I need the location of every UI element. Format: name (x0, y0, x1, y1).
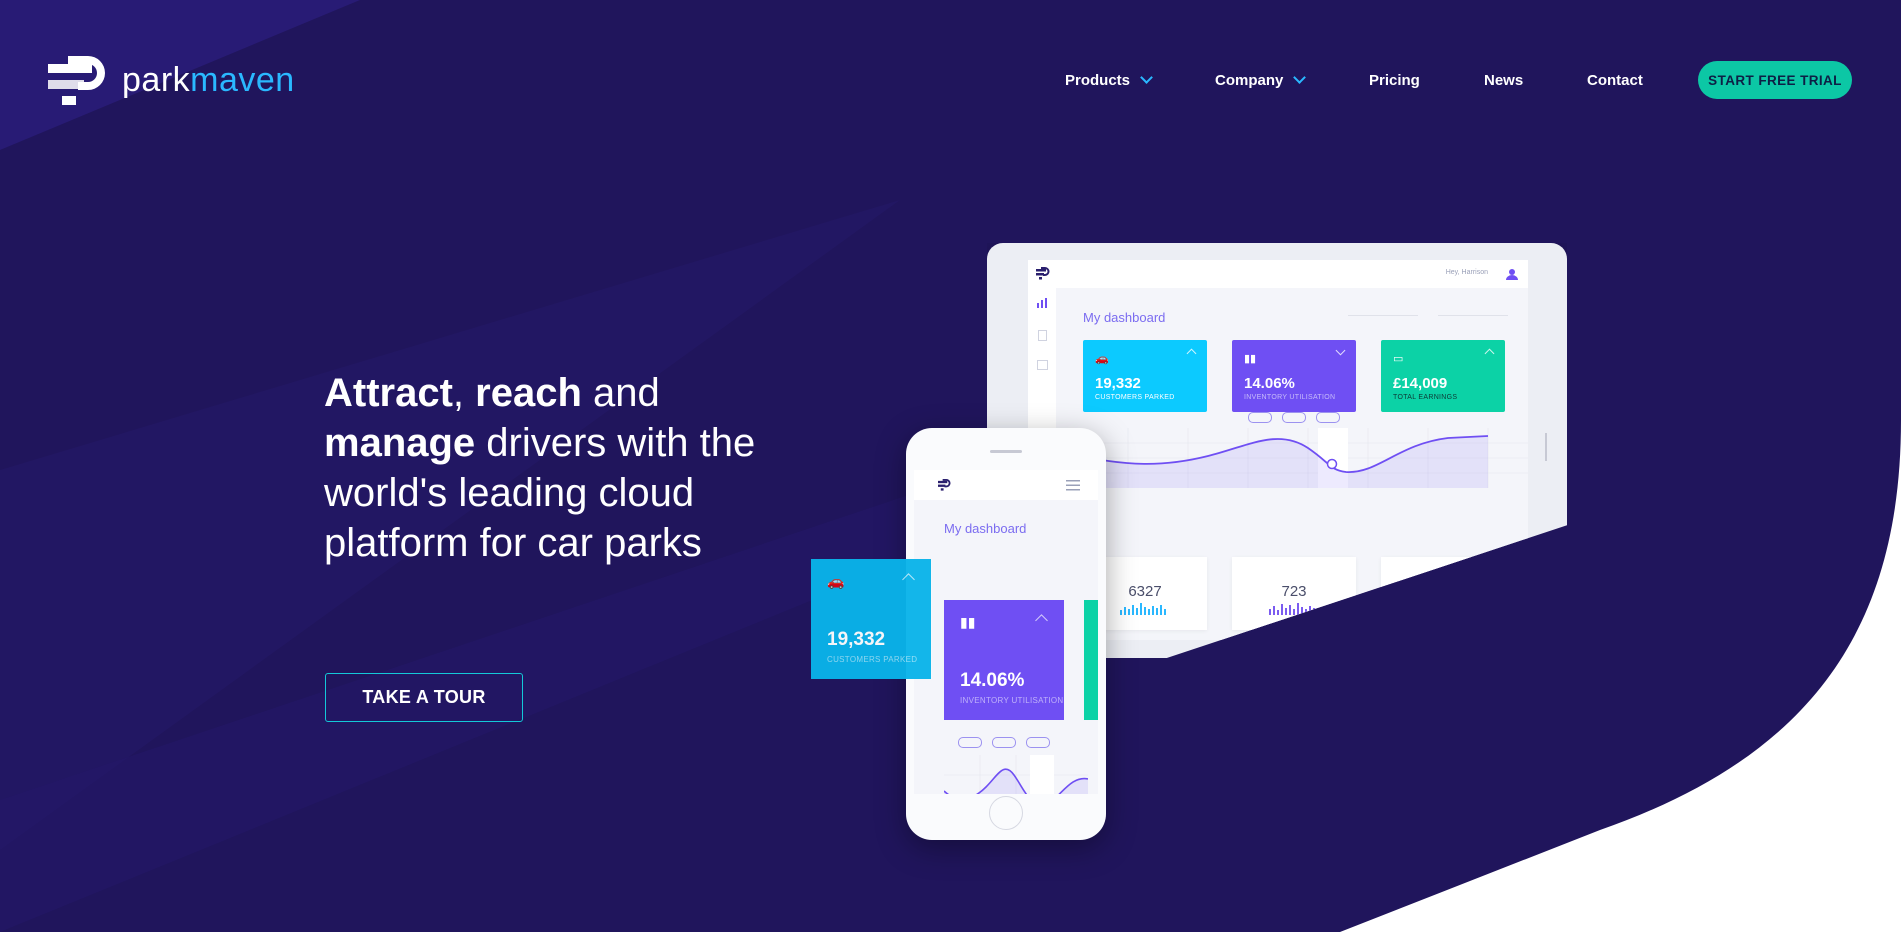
headline-word-manage: manage (324, 421, 476, 465)
tablet-dashboard-title: My dashboard (1083, 310, 1166, 325)
phone-dashboard-title: My dashboard (944, 521, 1027, 536)
brand-wordmark: parkmaven (122, 61, 295, 100)
card-value: 14.06% (960, 670, 1025, 691)
chevron-up-icon (902, 573, 915, 586)
nav-products[interactable]: Products (1065, 70, 1153, 90)
card-value: 14.06% (1244, 375, 1295, 392)
phone-line-chart (944, 755, 1088, 794)
phone-card-peek (1084, 600, 1098, 720)
nav-company-label: Company (1215, 71, 1284, 89)
tablet-greeting: Hey, Harrison (1445, 269, 1488, 276)
card-divider (931, 559, 932, 679)
chevron-up-icon (1186, 348, 1197, 359)
nav-products-label: Products (1065, 71, 1131, 89)
card-value: £14,009 (1393, 375, 1448, 392)
card-label: CUSTOMERS PARKED (1095, 394, 1175, 401)
nav-news-label: News (1484, 71, 1524, 89)
phone-screen: My dashboard ▮▮ 14.06% INVENTORY UTILISA… (914, 470, 1098, 794)
nav-contact-label: Contact (1587, 71, 1643, 89)
tablet-filter-b (1438, 315, 1508, 316)
parkmaven-mark-icon (1036, 267, 1050, 280)
calendar-icon (1037, 360, 1048, 370)
carousel-dot[interactable] (958, 737, 982, 748)
parkmaven-mark-icon (48, 56, 105, 105)
phone-home-button (989, 796, 1023, 830)
bar-chart-icon (1037, 298, 1047, 308)
nav-news[interactable]: News (1484, 70, 1523, 90)
carousel-dot[interactable] (1316, 412, 1340, 423)
phone-topbar (914, 470, 1098, 500)
card-label: INVENTORY UTILISATION (960, 696, 1064, 705)
phone-card-customers[interactable]: 🚗 19,332 CUSTOMERS PARKED (811, 559, 931, 679)
take-a-tour-button[interactable]: TAKE A TOUR (325, 673, 523, 722)
carousel-dot[interactable] (1282, 412, 1306, 423)
chevron-down-icon (1335, 345, 1346, 356)
hamburger-menu-icon[interactable] (1066, 480, 1080, 491)
card-label: TOTAL EARNINGS (1393, 394, 1458, 401)
stat-sparkbars (1269, 603, 1315, 615)
nav-contact[interactable]: Contact (1587, 70, 1643, 90)
tablet-topbar: Hey, Harrison (1028, 260, 1528, 288)
chevron-down-icon (1293, 70, 1307, 84)
stat-value: 22,006 (1420, 583, 1466, 600)
nav-pricing[interactable]: Pricing (1369, 70, 1420, 90)
card-label: INVENTORY UTILISATION (1244, 394, 1336, 401)
card-value: 19,332 (1095, 375, 1141, 392)
tablet-card-customers[interactable]: 🚗 19,332 CUSTOMERS PARKED (1083, 340, 1207, 412)
phone-mockup: My dashboard ▮▮ 14.06% INVENTORY UTILISA… (906, 428, 1106, 840)
phone-card-utilisation[interactable]: ▮▮ 14.06% INVENTORY UTILISATION (944, 600, 1064, 720)
tablet-line-chart (1068, 428, 1528, 488)
stat-value: 723 (1281, 583, 1307, 600)
nav-company[interactable]: Company (1215, 70, 1307, 90)
tablet-filter-a (1348, 315, 1418, 316)
headline-word-reach: reach (475, 371, 582, 415)
headline-word-attract: Attract (324, 371, 453, 415)
parkmaven-mark-icon (938, 479, 951, 491)
car-icon: 🚗 (827, 573, 845, 589)
card-value: 19,332 (827, 629, 886, 650)
stat-sparkbars (1120, 603, 1166, 615)
calendar-icon: ▭ (1393, 353, 1404, 365)
document-icon (1038, 330, 1047, 341)
chevron-up-icon (1484, 348, 1495, 359)
headline-text-2: and (581, 371, 660, 415)
user-icon (1506, 269, 1518, 280)
phone-speaker (990, 450, 1022, 453)
brand-name-accent: maven (190, 60, 295, 99)
card-label: CUSTOMERS PARKED (827, 655, 918, 664)
headline-text-1: , (452, 371, 476, 415)
chevron-down-icon (1140, 70, 1153, 84)
tablet-stat-card[interactable]: 22,006 (1381, 557, 1505, 630)
brand-logo[interactable]: parkmaven (48, 54, 295, 106)
bar-chart-icon: ▮▮ (1244, 353, 1257, 365)
tablet-card-utilisation[interactable]: ▮▮ 14.06% INVENTORY UTILISATION (1232, 340, 1356, 412)
bar-chart-icon: ▮▮ (960, 614, 976, 630)
tablet-side-button (1545, 433, 1547, 461)
carousel-dot[interactable] (1026, 737, 1050, 748)
hero-headline: Attract, reach and manage drivers with t… (324, 368, 764, 568)
chevron-up-icon (1035, 614, 1048, 627)
car-icon: 🚗 (1095, 353, 1109, 365)
start-free-trial-button[interactable]: START FREE TRIAL (1698, 61, 1852, 99)
carousel-dot[interactable] (1248, 412, 1272, 423)
tablet-card-earnings[interactable]: ▭ £14,009 TOTAL EARNINGS (1381, 340, 1505, 412)
nav-pricing-label: Pricing (1369, 71, 1420, 89)
tablet-stat-card[interactable]: 723 (1232, 557, 1356, 630)
stat-sparkbars (1418, 603, 1464, 615)
brand-name-main: park (122, 60, 191, 99)
carousel-dot[interactable] (992, 737, 1016, 748)
